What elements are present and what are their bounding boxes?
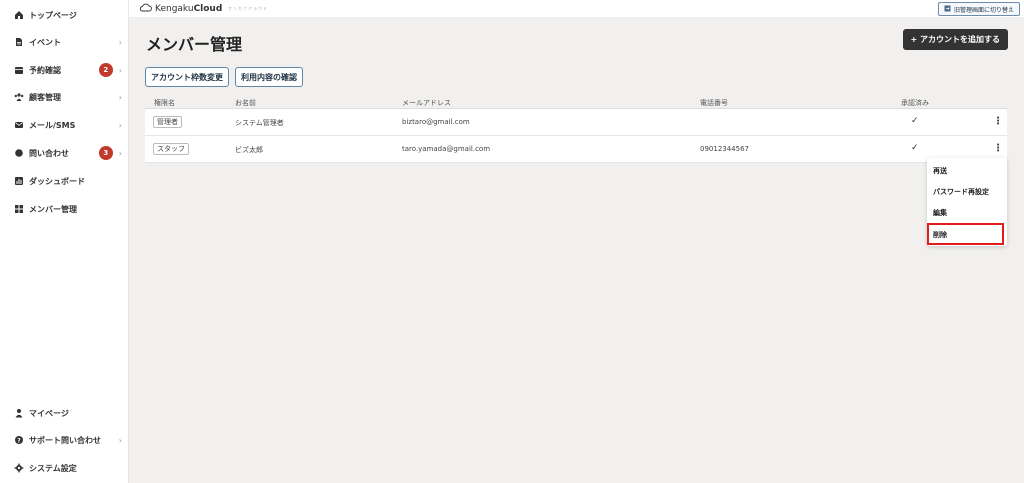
gear-icon bbox=[14, 463, 24, 473]
sidebar-item-dashboard[interactable]: ダッシュボード bbox=[14, 172, 122, 190]
sidebar-item-system-settings[interactable]: システム設定 bbox=[14, 459, 122, 477]
svg-text:?: ? bbox=[17, 437, 21, 444]
chat-icon bbox=[14, 148, 24, 158]
sidebar-item-customers[interactable]: 顧客管理 › bbox=[14, 88, 122, 106]
sidebar-item-members[interactable]: メンバー管理 bbox=[14, 200, 122, 218]
sidebar: トップページ イベント › 予約確認 2 › 顧客管理 › メール/SMS › … bbox=[0, 0, 129, 483]
member-email: biztaro@gmail.com bbox=[402, 118, 470, 126]
chevron-right-icon: › bbox=[118, 435, 122, 445]
column-header-approved: 承認済み bbox=[901, 99, 929, 107]
cloud-icon bbox=[139, 3, 152, 15]
chevron-right-icon: › bbox=[118, 120, 122, 130]
sidebar-item-label: マイページ bbox=[29, 408, 69, 418]
column-header-name: お名前 bbox=[235, 99, 256, 107]
sidebar-item-label: トップページ bbox=[29, 10, 77, 20]
sidebar-item-event[interactable]: イベント › bbox=[14, 33, 122, 51]
column-header-phone: 電話番号 bbox=[700, 99, 728, 107]
chevron-right-icon: › bbox=[118, 65, 122, 75]
main-content: メンバー管理 + アカウントを追加する アカウント枠数変更 利用内容の確認 権限… bbox=[129, 18, 1024, 483]
users-icon bbox=[14, 92, 24, 102]
sidebar-item-label: メール/SMS bbox=[29, 120, 76, 130]
sidebar-item-mail-sms[interactable]: メール/SMS › bbox=[14, 116, 122, 134]
more-options-icon[interactable]: ⋮ bbox=[993, 143, 1003, 154]
member-email: taro.yamada@gmail.com bbox=[402, 145, 491, 153]
sidebar-item-label: 顧客管理 bbox=[29, 92, 61, 102]
home-icon bbox=[14, 10, 24, 20]
sidebar-item-label: 問い合わせ bbox=[29, 148, 69, 158]
logo-tagline: ケンガククラウド bbox=[228, 6, 269, 11]
menu-item-reset-password[interactable]: パスワード再設定 bbox=[933, 187, 989, 197]
table-header: 権限名 お名前 メールアドレス 電話番号 承認済み bbox=[145, 96, 1007, 109]
change-account-quota-button[interactable]: アカウント枠数変更 bbox=[145, 67, 229, 87]
table-row: スタッフ ビズ太郎 taro.yamada@gmail.com 09012344… bbox=[145, 136, 1007, 163]
sidebar-item-my-page[interactable]: マイページ bbox=[14, 404, 122, 422]
sidebar-item-top-page[interactable]: トップページ bbox=[14, 6, 122, 24]
grid-icon bbox=[14, 204, 24, 214]
sidebar-item-inquiries[interactable]: 問い合わせ 3 › bbox=[14, 144, 122, 162]
chevron-right-icon: › bbox=[118, 148, 122, 158]
top-bar: Kengaku Cloud ケンガククラウド 旧管理画面に切り替え bbox=[129, 0, 1024, 18]
menu-item-resend[interactable]: 再送 bbox=[933, 166, 947, 176]
sidebar-item-support[interactable]: ? サポート問い合わせ › bbox=[14, 431, 122, 449]
sidebar-item-reservation[interactable]: 予約確認 2 › bbox=[14, 61, 122, 79]
column-header-role: 権限名 bbox=[154, 99, 175, 107]
logo-text-bold: Cloud bbox=[193, 4, 223, 14]
role-tag: スタッフ bbox=[153, 143, 189, 155]
sidebar-item-label: サポート問い合わせ bbox=[29, 435, 101, 445]
switch-icon bbox=[944, 5, 951, 14]
notification-badge: 3 bbox=[98, 146, 113, 160]
switch-old-admin-button[interactable]: 旧管理画面に切り替え bbox=[937, 2, 1020, 16]
help-icon: ? bbox=[14, 435, 24, 445]
table-row: 管理者 システム管理者 biztaro@gmail.com ✓ ⋮ bbox=[145, 109, 1007, 136]
sidebar-item-label: ダッシュボード bbox=[29, 176, 85, 186]
logo[interactable]: Kengaku Cloud ケンガククラウド bbox=[139, 3, 268, 15]
column-header-email: メールアドレス bbox=[402, 99, 451, 107]
delete-highlight-box bbox=[927, 223, 1004, 245]
sidebar-item-label: システム設定 bbox=[29, 463, 77, 473]
member-table: 権限名 お名前 メールアドレス 電話番号 承認済み 管理者 システム管理者 bi… bbox=[145, 96, 1007, 163]
menu-item-edit[interactable]: 編集 bbox=[933, 208, 947, 218]
calendar-icon bbox=[14, 65, 24, 75]
chevron-right-icon: › bbox=[118, 92, 122, 102]
logo-text-prefix: Kengaku bbox=[155, 4, 194, 14]
sidebar-item-label: 予約確認 bbox=[29, 65, 61, 75]
member-name: ビズ太郎 bbox=[235, 146, 263, 154]
person-icon bbox=[14, 408, 24, 418]
role-tag: 管理者 bbox=[153, 116, 182, 128]
mail-icon bbox=[14, 120, 24, 130]
more-options-icon[interactable]: ⋮ bbox=[993, 116, 1003, 127]
check-usage-button[interactable]: 利用内容の確認 bbox=[235, 67, 303, 87]
add-account-button[interactable]: + アカウントを追加する bbox=[902, 29, 1008, 50]
sidebar-item-label: イベント bbox=[29, 37, 61, 47]
page-title: メンバー管理 bbox=[146, 35, 243, 54]
sidebar-item-label: メンバー管理 bbox=[29, 204, 77, 214]
chevron-right-icon: › bbox=[118, 37, 122, 47]
document-icon bbox=[14, 37, 24, 47]
approved-check-icon: ✓ bbox=[911, 116, 919, 126]
approved-check-icon: ✓ bbox=[911, 143, 919, 153]
switch-old-admin-label: 旧管理画面に切り替え bbox=[953, 6, 1014, 14]
member-name: システム管理者 bbox=[235, 119, 284, 127]
member-phone: 09012344567 bbox=[700, 145, 749, 153]
notification-badge: 2 bbox=[98, 63, 113, 77]
chart-icon bbox=[14, 176, 24, 186]
